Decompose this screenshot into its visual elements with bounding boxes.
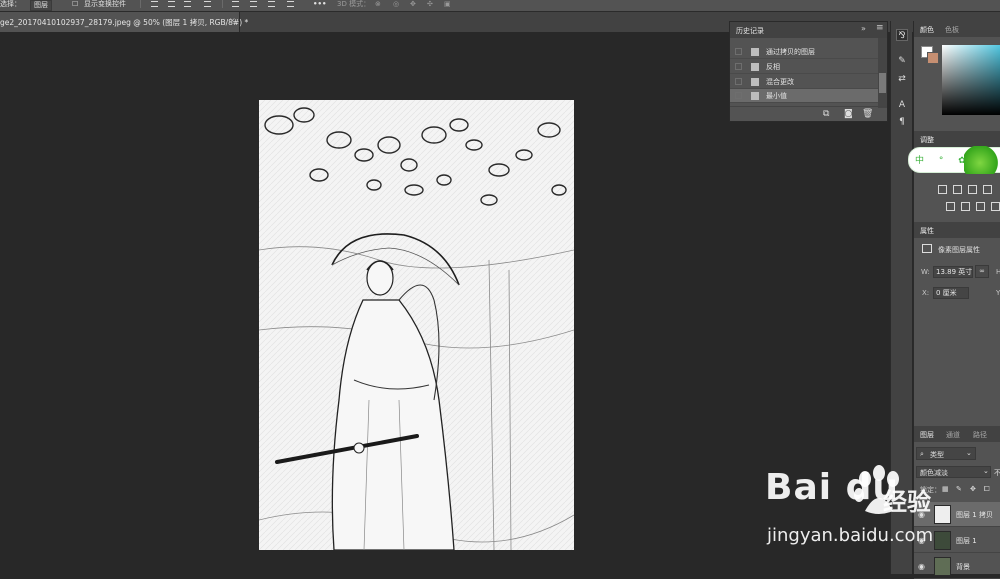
- 3d-slide-icon[interactable]: ✣: [427, 0, 433, 9]
- height-label: H: [996, 268, 1000, 276]
- more-options-icon[interactable]: •••: [313, 0, 326, 9]
- tab-properties[interactable]: 属性: [920, 226, 934, 236]
- history-state-item[interactable]: 通过拷贝的图层: [730, 45, 878, 59]
- 3d-drag-icon[interactable]: ✥: [410, 0, 416, 9]
- options-divider: [140, 0, 141, 8]
- select-label: 选择：: [0, 0, 21, 8]
- history-state-icon: [751, 63, 759, 71]
- close-tab-icon[interactable]: ×: [229, 16, 236, 25]
- 3d-rotate-icon[interactable]: ⊗: [375, 0, 381, 9]
- history-panel: 历史记录 » ≡ 通过拷贝的图层 反相 混合更改 最小值 ⧉ ◙ 🗑: [729, 21, 888, 122]
- paragraph-icon[interactable]: ¶: [896, 116, 908, 128]
- history-state-label: 混合更改: [766, 78, 794, 86]
- mode-3d-label: 3D 模式：: [337, 0, 371, 8]
- align-top-icon[interactable]: [151, 1, 158, 7]
- align-left-icon[interactable]: [204, 1, 211, 7]
- snapshot-icon[interactable]: ◙: [844, 109, 853, 119]
- history-brush-source-checkbox[interactable]: [735, 48, 742, 55]
- tab-paths[interactable]: 路径: [973, 430, 987, 440]
- panel-menu-icon[interactable]: ≡: [876, 23, 884, 33]
- history-brush-icon[interactable]: ⅋: [896, 29, 908, 41]
- history-scrollbar[interactable]: [878, 38, 887, 108]
- tab-channels[interactable]: 通道: [946, 430, 960, 440]
- history-state-label: 反相: [766, 63, 780, 71]
- history-state-icon: [751, 78, 759, 86]
- character-icon[interactable]: A: [896, 99, 908, 111]
- black-white-icon[interactable]: [991, 202, 1000, 211]
- collapse-panel-icon[interactable]: »: [861, 24, 866, 33]
- layer-filter-select[interactable]: ⌕ 类型 ⌄: [916, 447, 976, 460]
- history-state-label: 最小值: [766, 92, 787, 100]
- distribute-left-icon[interactable]: [287, 1, 294, 7]
- brightness-contrast-icon[interactable]: [938, 185, 947, 194]
- pixel-layer-icon: [922, 244, 932, 253]
- history-state-label: 通过拷贝的图层: [766, 48, 815, 56]
- history-panel-footer: ⧉ ◙ 🗑: [730, 106, 887, 121]
- 3d-scale-icon[interactable]: ▣: [444, 0, 451, 9]
- vibrance-icon[interactable]: [946, 202, 955, 211]
- search-icon: ⌕: [920, 450, 924, 458]
- distribute-vcenter-icon[interactable]: [250, 1, 257, 7]
- layer-filter-label: 类型: [930, 451, 944, 459]
- color-panel-tabs: 颜色 色板: [914, 21, 1000, 37]
- distribute-bottom-icon[interactable]: [268, 1, 275, 7]
- curves-icon[interactable]: [968, 185, 977, 194]
- tab-layers[interactable]: 图层: [920, 430, 934, 440]
- x-label: X:: [922, 289, 930, 297]
- trash-icon[interactable]: 🗑: [862, 109, 873, 119]
- x-position-input[interactable]: 0 厘米: [933, 287, 969, 299]
- tab-adjustments[interactable]: 调整: [920, 135, 934, 145]
- sketch-artwork: [259, 100, 574, 550]
- hue-saturation-icon[interactable]: [961, 202, 970, 211]
- layers-panel-tabs: 图层 通道 路径: [914, 426, 1000, 442]
- document-tab-title: ge2_20170410102937_28179.jpeg @ 50% (图层 …: [0, 18, 249, 27]
- watermark-text: 经验: [883, 488, 931, 516]
- history-brush-source-checkbox[interactable]: [735, 92, 742, 99]
- history-state-icon: [751, 48, 759, 56]
- history-state-icon: [751, 92, 759, 100]
- history-brush-source-checkbox[interactable]: [735, 63, 742, 70]
- document-tab[interactable]: ge2_20170410102937_28179.jpeg @ 50% (图层 …: [0, 12, 248, 32]
- history-state-item[interactable]: 反相: [730, 60, 878, 74]
- options-bar: 选择： 图层 ☐ 显示变换控件 ••• 3D 模式： ⊗ ◎ ✥ ✣ ▣: [0, 0, 1000, 12]
- options-divider: [222, 0, 223, 8]
- adjustments-panel-tabs: 调整: [914, 131, 1000, 147]
- align-bottom-icon[interactable]: [184, 1, 191, 7]
- adjustment-icons: [914, 152, 1000, 222]
- 3d-roll-icon[interactable]: ◎: [393, 0, 399, 9]
- history-brush-source-checkbox[interactable]: [735, 78, 742, 85]
- pixel-layer-properties-label: 像素图层属性: [938, 246, 980, 254]
- watermark-url: jingyan.baidu.com: [767, 525, 934, 546]
- new-document-from-state-icon[interactable]: ⧉: [823, 109, 829, 119]
- chevron-down-icon: ⌄: [966, 449, 972, 457]
- tab-swatches[interactable]: 色板: [945, 25, 959, 35]
- tab-color[interactable]: 颜色: [920, 25, 934, 35]
- link-dimensions-icon[interactable]: ∞: [975, 265, 989, 278]
- distribute-top-icon[interactable]: [232, 1, 239, 7]
- history-panel-header: 历史记录 » ≡: [730, 22, 887, 38]
- brush-icon[interactable]: ✎: [896, 55, 908, 67]
- background-color-swatch[interactable]: [927, 52, 939, 64]
- show-transform-checkbox[interactable]: ☐: [72, 0, 78, 9]
- color-picker-field[interactable]: [942, 45, 1000, 115]
- exposure-icon[interactable]: [983, 185, 992, 194]
- properties-panel-tabs: 属性: [914, 222, 1000, 238]
- history-state-item-selected[interactable]: 最小值: [730, 89, 878, 103]
- adjust-icon[interactable]: ⇄: [896, 73, 908, 85]
- show-transform-label: 显示变换控件: [84, 0, 126, 8]
- levels-icon[interactable]: [953, 185, 962, 194]
- history-state-item[interactable]: 混合更改: [730, 75, 878, 89]
- align-vcenter-icon[interactable]: [168, 1, 175, 7]
- width-label: W:: [921, 268, 930, 276]
- color-balance-icon[interactable]: [976, 202, 985, 211]
- y-label: Y: [996, 289, 1000, 297]
- history-panel-title[interactable]: 历史记录: [736, 26, 764, 36]
- width-input[interactable]: 13.89 英寸: [933, 266, 973, 278]
- history-scroll-thumb[interactable]: [879, 73, 886, 93]
- document-canvas-image[interactable]: [259, 100, 574, 550]
- baidu-jingyan-watermark: Bai du 经验 jingyan.baidu.com: [765, 465, 995, 565]
- select-dropdown[interactable]: 图层: [30, 0, 52, 11]
